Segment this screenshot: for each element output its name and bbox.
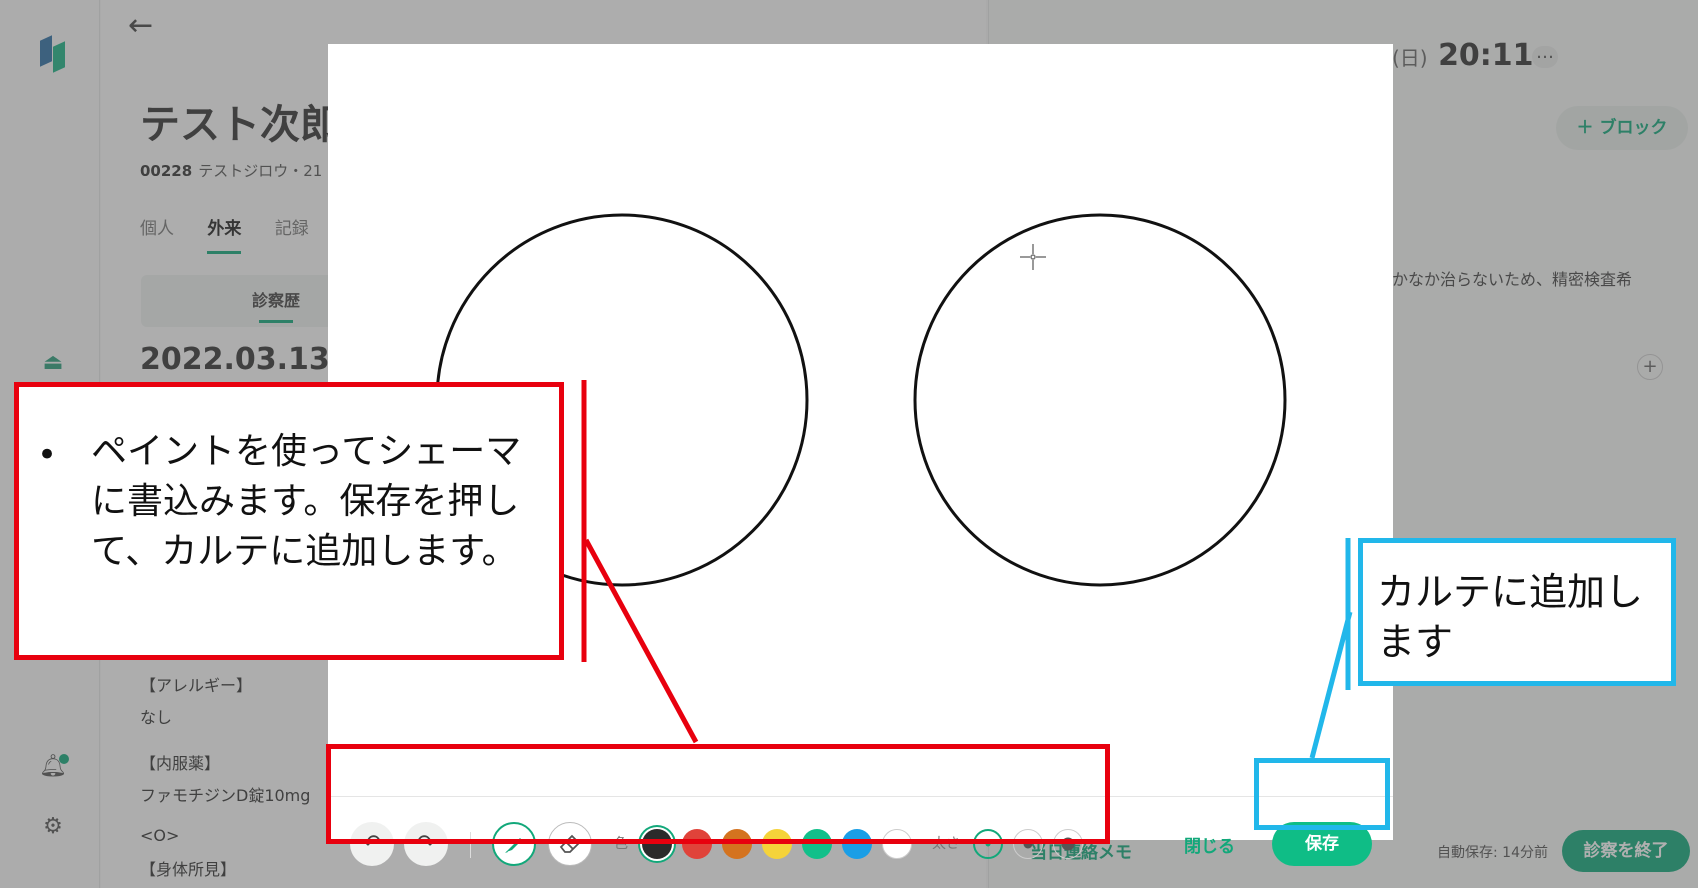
paint-instruction-text: ペイントを使ってシェーマに書込みます。保存を押して、カルテに追加します。 (91, 431, 522, 572)
save-instruction-text: カルテに追加します (1377, 570, 1644, 664)
save-instruction-callout: カルテに追加します (1358, 538, 1676, 686)
red-callout-pointer (583, 538, 699, 744)
save-highlight-box (1254, 758, 1390, 830)
blue-callout-pointer (1309, 611, 1353, 759)
toolbar-highlight-box (326, 744, 1110, 844)
paint-instruction-callout: • ペイントを使ってシェーマに書込みます。保存を押して、カルテに追加します。 (14, 382, 564, 660)
callout-bullet: • (37, 435, 58, 475)
